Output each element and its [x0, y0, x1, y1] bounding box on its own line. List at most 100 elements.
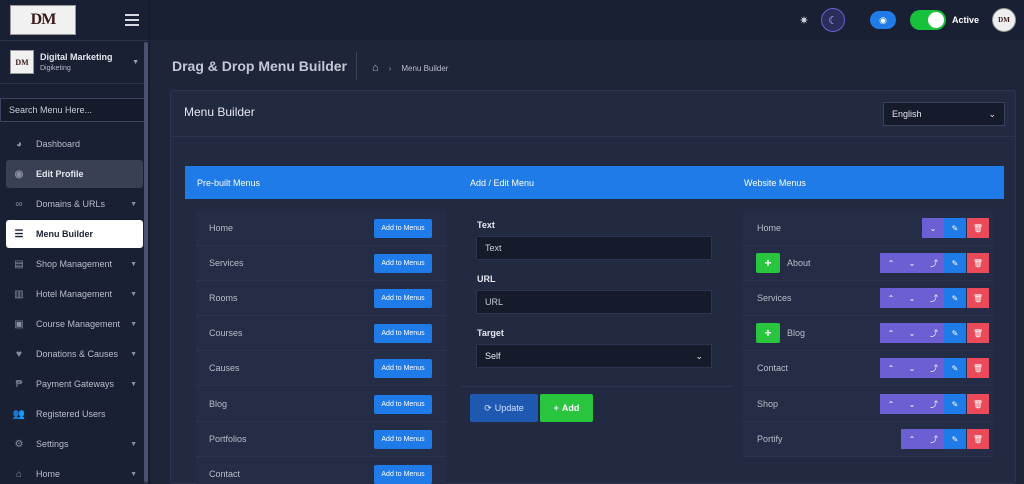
- user-circle-icon: ◉: [14, 168, 24, 180]
- add-to-menus-button[interactable]: Add to Menus: [374, 430, 432, 449]
- edit-icon[interactable]: ✎: [944, 253, 966, 273]
- chevron-up-icon[interactable]: ⌃: [880, 323, 902, 343]
- trash-icon[interactable]: 🗑: [967, 253, 989, 273]
- menu-search-input[interactable]: [0, 98, 145, 122]
- add-to-menus-button[interactable]: Add to Menus: [374, 219, 432, 238]
- website-menu-item[interactable]: + Blog ⌃ ⌄ ⤴ ✎ 🗑: [743, 316, 993, 351]
- website-menu-item[interactable]: Services ⌃ ⌄ ⤴ ✎ 🗑: [743, 281, 993, 316]
- add-to-menus-button[interactable]: Add to Menus: [374, 324, 432, 343]
- level-up-icon[interactable]: ⤴: [923, 253, 945, 273]
- chevron-down-icon: ▼: [130, 260, 137, 268]
- add-to-menus-button[interactable]: Add to Menus: [374, 289, 432, 308]
- website-menu-item[interactable]: Contact ⌃ ⌄ ⤴ ✎ 🗑: [743, 351, 993, 386]
- chevron-down-icon: ▼: [132, 58, 139, 66]
- status-toggle[interactable]: Active: [910, 10, 979, 30]
- edit-icon[interactable]: ✎: [944, 218, 966, 238]
- sun-icon[interactable]: ✷: [794, 10, 814, 30]
- sidebar-item-menu-builder[interactable]: ☰ Menu Builder: [6, 220, 143, 248]
- website-menu-item[interactable]: + About ⌃ ⌄ ⤴ ✎ 🗑: [743, 246, 993, 281]
- sidebar-item-settings[interactable]: ⚙ Settings ▼: [6, 430, 143, 458]
- website-menu-label: Home: [757, 223, 782, 233]
- chevron-down-icon[interactable]: ⌄: [901, 288, 923, 308]
- website-menu-item[interactable]: Portify ⌃ ⤴ ✎ 🗑: [743, 422, 993, 457]
- chevron-down-icon: ▼: [130, 380, 137, 388]
- moon-icon[interactable]: ☾: [821, 8, 845, 32]
- sidebar-item-edit-profile[interactable]: ◉ Edit Profile: [6, 160, 143, 188]
- url-input[interactable]: [476, 290, 712, 314]
- edit-icon[interactable]: ✎: [944, 358, 966, 378]
- add-to-menus-button[interactable]: Add to Menus: [374, 395, 432, 414]
- website-menu-item[interactable]: Shop ⌃ ⌄ ⤴ ✎ 🗑: [743, 387, 993, 422]
- trash-icon[interactable]: 🗑: [967, 394, 989, 414]
- sidebar-item-label: Dashboard: [36, 139, 81, 149]
- chevron-down-icon[interactable]: ⌄: [901, 358, 923, 378]
- target-value: Self: [485, 351, 501, 361]
- text-input[interactable]: [476, 236, 712, 260]
- edit-icon[interactable]: ✎: [944, 429, 966, 449]
- trash-icon[interactable]: 🗑: [967, 358, 989, 378]
- trash-icon[interactable]: 🗑: [967, 218, 989, 238]
- sidebar-item-registered-users[interactable]: 👥 Registered Users: [6, 400, 143, 428]
- prebuilt-item: Rooms Add to Menus: [196, 281, 446, 316]
- sidebar-item-payment-gateways[interactable]: ₱ Payment Gateways ▼: [6, 370, 143, 398]
- level-up-icon[interactable]: ⤴: [923, 323, 945, 343]
- status-switch[interactable]: [910, 10, 946, 30]
- text-label: Text: [477, 220, 495, 230]
- eye-icon[interactable]: ◉: [870, 11, 896, 29]
- chevron-down-icon: ▼: [130, 290, 137, 298]
- avatar[interactable]: DM: [992, 8, 1016, 32]
- add-button[interactable]: + Add: [540, 394, 593, 422]
- add-to-menus-button[interactable]: Add to Menus: [374, 359, 432, 378]
- chevron-up-icon[interactable]: ⌃: [880, 253, 902, 273]
- home-icon[interactable]: ⌂: [372, 62, 379, 74]
- level-up-icon[interactable]: ⤴: [923, 429, 945, 449]
- sidebar-item-donations[interactable]: ♥ Donations & Causes ▼: [6, 340, 143, 368]
- website-menu-item[interactable]: Home ⌄ ✎ 🗑: [743, 211, 993, 246]
- update-button[interactable]: ⟳ Update: [470, 394, 538, 422]
- sidebar-item-home[interactable]: ⌂ Home ▼: [6, 460, 143, 484]
- add-child-button[interactable]: +: [756, 253, 780, 273]
- sidebar-scrollbar[interactable]: [144, 42, 148, 484]
- prebuilt-item: Courses Add to Menus: [196, 316, 446, 351]
- chevron-down-icon: ⌄: [695, 350, 703, 361]
- edit-icon[interactable]: ✎: [944, 323, 966, 343]
- chevron-up-icon[interactable]: ⌃: [880, 358, 902, 378]
- refresh-icon: ⟳: [484, 402, 492, 413]
- chevron-up-icon[interactable]: ⌃: [880, 394, 902, 414]
- edit-icon[interactable]: ✎: [944, 394, 966, 414]
- hamburger-icon[interactable]: [125, 14, 139, 26]
- prebuilt-label: Services: [209, 258, 244, 268]
- account-switcher[interactable]: DM Digital Marketing Digiketing ▼: [0, 40, 149, 84]
- chevron-up-icon[interactable]: ⌃: [880, 288, 902, 308]
- language-select[interactable]: English ⌄: [883, 102, 1005, 126]
- chevron-down-icon[interactable]: ⌄: [901, 394, 923, 414]
- sidebar-item-shop-management[interactable]: ▤ Shop Management ▼: [6, 250, 143, 278]
- sidebar-item-label: Shop Management: [36, 259, 113, 269]
- account-subtitle: Digiketing: [40, 65, 71, 72]
- trash-icon[interactable]: 🗑: [967, 429, 989, 449]
- trash-icon[interactable]: 🗑: [967, 288, 989, 308]
- edit-icon[interactable]: ✎: [944, 288, 966, 308]
- level-up-icon[interactable]: ⤴: [923, 358, 945, 378]
- card-title: Menu Builder: [184, 105, 255, 119]
- add-to-menus-button[interactable]: Add to Menus: [374, 254, 432, 273]
- chevron-down-icon[interactable]: ⌄: [901, 253, 923, 273]
- level-up-icon[interactable]: ⤴: [923, 394, 945, 414]
- top-bar: ✷ ☾ ◉ Active DM: [150, 0, 1024, 40]
- add-child-button[interactable]: +: [756, 323, 780, 343]
- hand-holding-icon: ♥: [16, 348, 22, 360]
- prebuilt-item: Portfolios Add to Menus: [196, 422, 446, 457]
- sidebar-item-hotel-management[interactable]: ▥ Hotel Management ▼: [6, 280, 143, 308]
- chevron-down-icon[interactable]: ⌄: [901, 323, 923, 343]
- sidebar-item-dashboard[interactable]: ◕ Dashboard: [6, 130, 143, 158]
- col-prebuilt: Pre-built Menus: [197, 178, 261, 188]
- add-to-menus-button[interactable]: Add to Menus: [374, 465, 432, 484]
- level-up-icon[interactable]: ⤴: [923, 288, 945, 308]
- brand-logo[interactable]: DM: [10, 5, 76, 35]
- trash-icon[interactable]: 🗑: [967, 323, 989, 343]
- sidebar-item-domains[interactable]: ∞ Domains & URLs ▼: [6, 190, 143, 218]
- chevron-down-icon[interactable]: ⌄: [922, 218, 944, 238]
- target-select[interactable]: Self ⌄: [476, 344, 712, 368]
- sidebar-item-course-management[interactable]: ▣ Course Management ▼: [6, 310, 143, 338]
- chevron-up-icon[interactable]: ⌃: [901, 429, 923, 449]
